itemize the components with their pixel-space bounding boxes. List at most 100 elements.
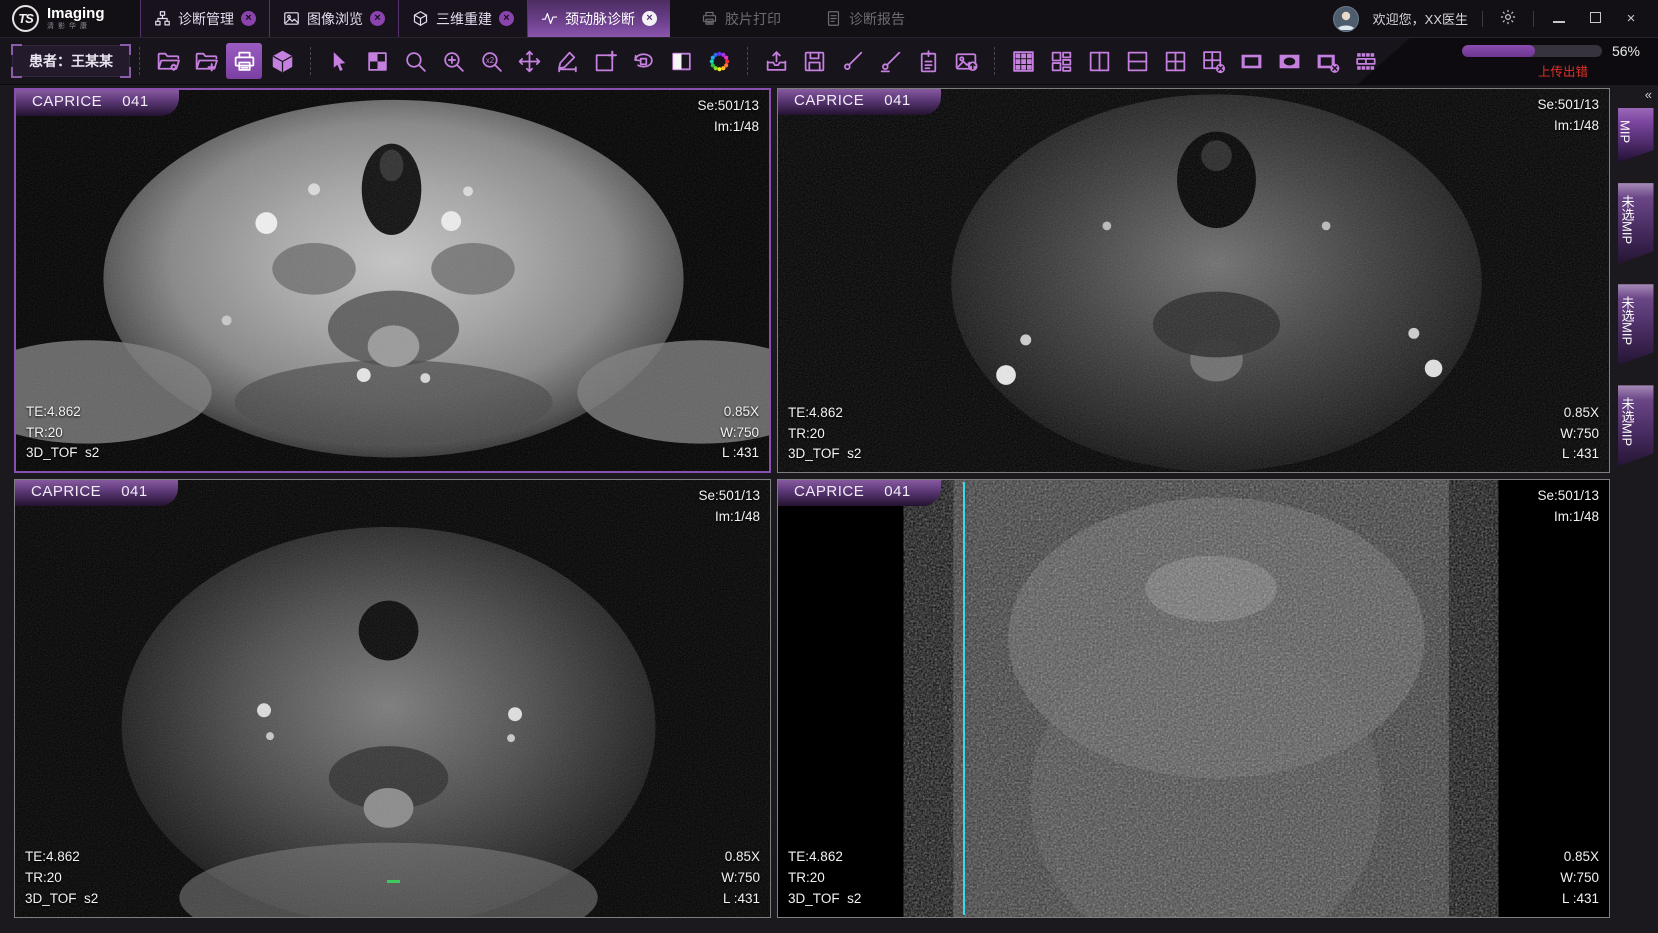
open-study-settings-button[interactable] [150, 43, 186, 79]
nav-tab-label: 胶片打印 [725, 9, 781, 29]
report-icon [825, 10, 842, 27]
rect-solid-icon [1239, 49, 1264, 74]
volume-3d-button[interactable] [264, 43, 300, 79]
device-name: CAPRICE [794, 483, 864, 500]
layout-grid-3x3-button[interactable] [1005, 43, 1041, 79]
layout-2-rows-button[interactable] [1119, 43, 1155, 79]
toolbar: 患者：王某某 x2 56% 上传出错 [0, 38, 1658, 85]
pseudo-color-button[interactable] [701, 43, 737, 79]
viewport-2[interactable]: CAPRICE041Se:501/13Im:1/48TE:4.862TR:203… [777, 88, 1610, 473]
export-image-button[interactable] [948, 43, 984, 79]
close-button[interactable]: × [1620, 10, 1642, 27]
toolbar-separator [747, 47, 748, 75]
nav-tab-5[interactable]: 胶片打印 [688, 0, 794, 37]
magnifier-button[interactable] [397, 43, 433, 79]
probe-button[interactable] [834, 43, 870, 79]
ellipse-solid-icon [1277, 49, 1302, 74]
maximize-button[interactable] [1584, 10, 1606, 27]
title-bar: TS Imaging 清影华康 诊断管理×图像浏览×三维重建×颈动脉诊断×胶片打… [0, 0, 1658, 38]
zoom-2x-button[interactable]: x2 [473, 43, 509, 79]
nav-tab-label: 诊断报告 [849, 9, 905, 29]
print-button[interactable] [226, 43, 262, 79]
series-tab[interactable]: CAPRICE041 [778, 89, 941, 115]
upload-progress-bar [1462, 45, 1602, 57]
window-level-button[interactable] [663, 43, 699, 79]
nav-tab-2[interactable]: 图像浏览 × [269, 0, 398, 37]
cube-solid-icon [270, 49, 295, 74]
open-study-add-button[interactable] [188, 43, 224, 79]
series-number: 041 [884, 483, 911, 500]
rotate-3d-button[interactable] [625, 43, 661, 79]
gear-icon[interactable] [1497, 8, 1519, 30]
series-tab[interactable]: CAPRICE041 [15, 480, 178, 506]
org-chart-icon [154, 10, 171, 27]
toolbar-separator [994, 47, 995, 75]
zoom-in-button[interactable] [435, 43, 471, 79]
series-sidebar: « MIP 未选MIP 未选MIP 未选MIP [1613, 85, 1658, 933]
new-report-button[interactable] [910, 43, 946, 79]
sidebar-series-tab-3[interactable]: 未选MIP [1618, 284, 1654, 365]
nav-tab-1[interactable]: 诊断管理× [140, 0, 269, 37]
measure-button[interactable] [549, 43, 585, 79]
close-tab-icon[interactable]: × [499, 11, 514, 26]
device-name: CAPRICE [32, 93, 102, 110]
image-icon [283, 10, 300, 27]
nav-tab-label: 三维重建 [436, 9, 492, 29]
checker-icon [365, 49, 390, 74]
series-tab[interactable]: CAPRICE 041 [16, 90, 179, 116]
svg-text:x2: x2 [485, 55, 493, 64]
printer-icon [701, 10, 718, 27]
divider [1533, 11, 1534, 27]
magnify-plus-icon [441, 49, 466, 74]
nav-tab-label: 图像浏览 [307, 9, 363, 29]
workspace: CAPRICE041Se:501/13Im:1/48TE:4.862TR:203… [0, 85, 1658, 933]
annotate-frame-button[interactable] [587, 43, 623, 79]
layout-2x2-button[interactable] [1157, 43, 1193, 79]
bw-square-icon [669, 49, 694, 74]
magnify-icon [403, 49, 428, 74]
close-tab-icon[interactable]: × [241, 11, 256, 26]
mri-image [778, 480, 1609, 917]
split-rows-icon [1125, 49, 1150, 74]
viewport-1[interactable]: CAPRICE041Se:501/13Im:1/48TE:4.862TR:203… [14, 88, 771, 473]
mask-rect-button[interactable] [1233, 43, 1269, 79]
grid-remove-icon [1201, 49, 1226, 74]
close-tab-icon[interactable]: × [642, 11, 657, 26]
patient-field[interactable]: 患者：王某某 [12, 45, 130, 77]
display-overlay: 0.85XW:750L :431 [720, 402, 759, 465]
series-tab[interactable]: CAPRICE 041 [778, 480, 941, 506]
cursor-select-button[interactable] [321, 43, 357, 79]
mask-clear-button[interactable] [1309, 43, 1345, 79]
upload-tray-icon [764, 49, 789, 74]
sidebar-series-tab-4[interactable]: 未选MIP [1618, 385, 1654, 466]
minimize-button[interactable] [1548, 10, 1570, 27]
viewport-3[interactable]: CAPRICE041Se:501/13Im:1/48TE:4.862TR:203… [14, 479, 771, 918]
magnify-2x-icon: x2 [479, 49, 504, 74]
probe-baseline-button[interactable] [872, 43, 908, 79]
reference-line[interactable] [963, 482, 965, 915]
nav-tab-3[interactable]: 三维重建 × [398, 0, 527, 37]
layout-clear-button[interactable] [1195, 43, 1231, 79]
close-tab-icon[interactable]: × [370, 11, 385, 26]
upload-button[interactable] [758, 43, 794, 79]
display-overlay: 0.85XW:750L :431 [1560, 403, 1599, 466]
nav-tab-6[interactable]: 诊断报告 [812, 0, 918, 37]
invert-tiles-button[interactable] [359, 43, 395, 79]
pan-button[interactable] [511, 43, 547, 79]
brand-logo-icon: TS [12, 5, 39, 32]
nav-tab-4[interactable]: 颈动脉诊断× [527, 0, 670, 37]
chevrons-left-icon[interactable]: « [1645, 87, 1658, 108]
series-info-overlay: Se:501/13Im:1/48 [698, 486, 760, 528]
save-button[interactable] [796, 43, 832, 79]
series-number: 041 [122, 93, 149, 110]
grid-3x3-icon [1011, 49, 1036, 74]
mask-ellipse-button[interactable] [1271, 43, 1307, 79]
upload-status-zone: 56% 上传出错 [1358, 38, 1658, 84]
user-avatar[interactable] [1333, 6, 1359, 32]
sidebar-series-tab-1[interactable]: MIP [1618, 108, 1654, 163]
viewport-4[interactable]: CAPRICE041Se:501/13Im:1/48TE:4.862TR:203… [777, 479, 1610, 918]
layout-2-columns-button[interactable] [1081, 43, 1117, 79]
sidebar-series-tab-2[interactable]: 未选MIP [1618, 183, 1654, 264]
layout-tiles-button[interactable] [1043, 43, 1079, 79]
frame-plus-icon [593, 49, 618, 74]
